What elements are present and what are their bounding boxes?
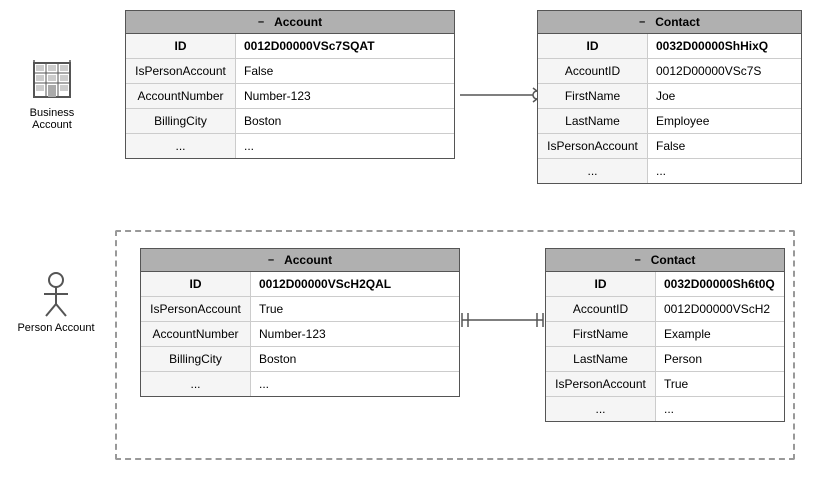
field-value: Boston [251, 347, 459, 371]
bottom-account-title: Account [284, 253, 332, 267]
field-value: False [648, 134, 801, 158]
top-contact-table-header: – Contact [538, 11, 801, 34]
field-label: AccountID [538, 59, 648, 83]
table-row: FirstName Joe [538, 84, 801, 109]
field-label: IsPersonAccount [538, 134, 648, 158]
field-value: Boston [236, 109, 454, 133]
table-row: ... ... [546, 397, 784, 421]
field-value: 0032D00000ShHixQ [648, 34, 801, 58]
field-label: AccountNumber [126, 84, 236, 108]
table-row: LastName Person [546, 347, 784, 372]
table-row: AccountNumber Number-123 [141, 322, 459, 347]
table-row: ID 0032D00000Sh6t0Q [546, 272, 784, 297]
bottom-contact-table: – Contact ID 0032D00000Sh6t0Q AccountID … [545, 248, 785, 422]
field-label: ... [126, 134, 236, 158]
field-value: 0012D00000VScH2QAL [251, 272, 459, 296]
field-label: FirstName [538, 84, 648, 108]
person-account-label: Person Account [17, 322, 94, 334]
field-label: ID [546, 272, 656, 296]
field-value: Joe [648, 84, 801, 108]
table-row: IsPersonAccount True [546, 372, 784, 397]
table-row: ID 0012D00000VSc7SQAT [126, 34, 454, 59]
top-account-collapse-btn[interactable]: – [258, 16, 264, 28]
field-value: ... [656, 397, 784, 421]
building-icon [28, 55, 76, 103]
field-label: ... [538, 159, 648, 183]
field-label: IsPersonAccount [141, 297, 251, 321]
bottom-contact-table-header: – Contact [546, 249, 784, 272]
field-value: Person [656, 347, 784, 371]
table-row: ... ... [141, 372, 459, 396]
field-label: ... [141, 372, 251, 396]
table-row: AccountNumber Number-123 [126, 84, 454, 109]
field-value: ... [236, 134, 454, 158]
field-label: ID [126, 34, 236, 58]
person-icon [38, 270, 74, 318]
field-label: AccountID [546, 297, 656, 321]
table-row: AccountID 0012D00000VSc7S [538, 59, 801, 84]
bottom-contact-title: Contact [651, 253, 696, 267]
bottom-contact-collapse-btn[interactable]: – [635, 254, 641, 266]
field-value: True [656, 372, 784, 396]
table-row: BillingCity Boston [126, 109, 454, 134]
table-row: IsPersonAccount True [141, 297, 459, 322]
field-label: FirstName [546, 322, 656, 346]
table-row: ID 0032D00000ShHixQ [538, 34, 801, 59]
table-row: IsPersonAccount False [126, 59, 454, 84]
field-label: ... [546, 397, 656, 421]
top-account-title: Account [274, 15, 322, 29]
field-value: 0012D00000VSc7SQAT [236, 34, 454, 58]
field-value: Number-123 [251, 322, 459, 346]
field-value: 0012D00000VScH2 [656, 297, 784, 321]
field-value: False [236, 59, 454, 83]
field-value: ... [251, 372, 459, 396]
top-contact-collapse-btn[interactable]: – [639, 16, 645, 28]
field-value: Employee [648, 109, 801, 133]
field-value: True [251, 297, 459, 321]
field-value: Example [656, 322, 784, 346]
field-label: LastName [538, 109, 648, 133]
business-account-icon-container: Business Account [12, 55, 92, 131]
field-label: IsPersonAccount [546, 372, 656, 396]
table-row: IsPersonAccount False [538, 134, 801, 159]
field-label: BillingCity [126, 109, 236, 133]
field-value: 0032D00000Sh6t0Q [656, 272, 784, 296]
field-value: Number-123 [236, 84, 454, 108]
person-account-icon-container: Person Account [16, 270, 96, 334]
table-row: ... ... [126, 134, 454, 158]
table-row: LastName Employee [538, 109, 801, 134]
field-label: ID [141, 272, 251, 296]
field-value: ... [648, 159, 801, 183]
table-row: FirstName Example [546, 322, 784, 347]
bottom-account-table: – Account ID 0012D00000VScH2QAL IsPerson… [140, 248, 460, 397]
top-contact-title: Contact [655, 15, 700, 29]
field-label: ID [538, 34, 648, 58]
bottom-account-collapse-btn[interactable]: – [268, 254, 274, 266]
business-account-label: Business Account [30, 107, 75, 131]
table-row: ID 0012D00000VScH2QAL [141, 272, 459, 297]
field-label: AccountNumber [141, 322, 251, 346]
field-label: BillingCity [141, 347, 251, 371]
top-account-table: – Account ID 0012D00000VSc7SQAT IsPerson… [125, 10, 455, 159]
table-row: ... ... [538, 159, 801, 183]
top-contact-table: – Contact ID 0032D00000ShHixQ AccountID … [537, 10, 802, 184]
table-row: AccountID 0012D00000VScH2 [546, 297, 784, 322]
field-label: IsPersonAccount [126, 59, 236, 83]
table-row: BillingCity Boston [141, 347, 459, 372]
field-value: 0012D00000VSc7S [648, 59, 801, 83]
field-label: LastName [546, 347, 656, 371]
diagram-area: Business Account – Account ID 0012D00000… [0, 0, 814, 500]
bottom-account-table-header: – Account [141, 249, 459, 272]
top-account-table-header: – Account [126, 11, 454, 34]
